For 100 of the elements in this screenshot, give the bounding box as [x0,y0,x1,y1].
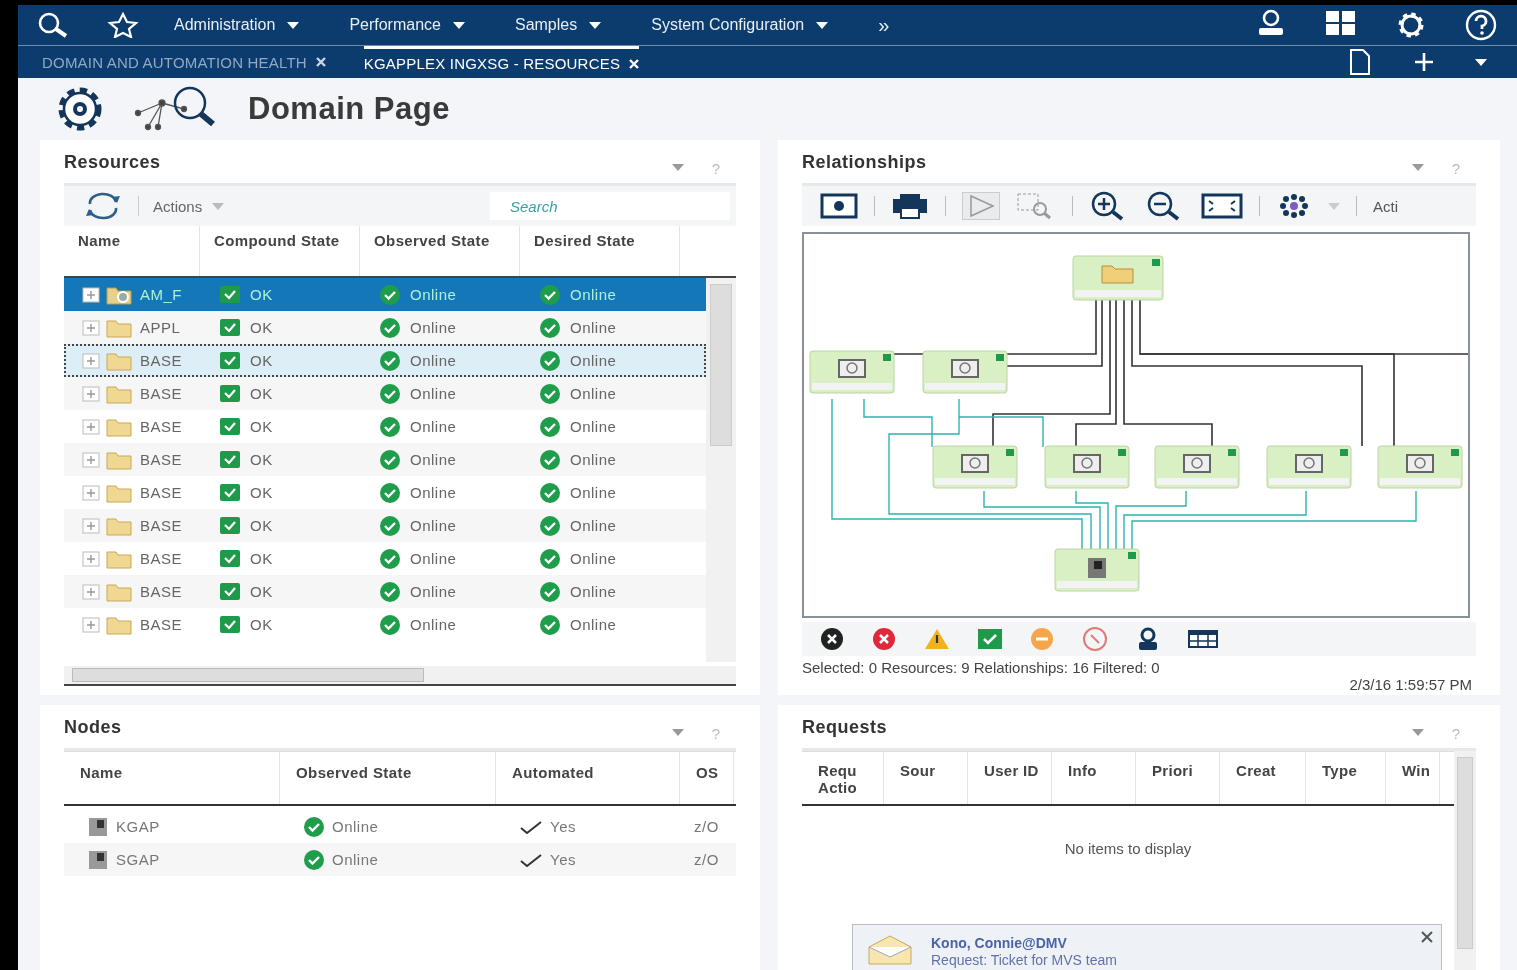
nav-menu[interactable]: Samples [514,16,602,34]
table-row[interactable]: BASE OK Online Online [64,443,706,476]
search-field[interactable]: Search [490,192,730,220]
actions-menu[interactable]: Acti [1373,197,1398,215]
table-cell: BASE [140,517,183,534]
ok-filter-icon[interactable] [978,629,1002,649]
table-row[interactable]: AM_F OK Online Online [64,278,706,311]
unavailable-filter-icon[interactable] [1082,626,1108,652]
status-ok-icon [220,517,240,534]
folder-icon [106,581,134,602]
table-cell: OK [250,418,273,435]
online-icon [380,515,400,536]
error-filter-icon[interactable] [820,627,844,651]
resource-node[interactable] [1266,445,1352,489]
help-icon[interactable] [1465,9,1497,41]
panel-title: Nodes [64,717,123,738]
resource-node[interactable] [932,445,1018,489]
add-icon[interactable] [1413,51,1435,73]
column-header[interactable]: Name [64,226,200,276]
column-header[interactable]: Priori [1136,752,1220,804]
table-row[interactable]: BASE OK Online Online [64,575,706,608]
resource-node[interactable] [809,350,895,394]
resource-node[interactable] [922,350,1008,394]
vertical-scrollbar[interactable] [1454,751,1476,970]
resource-node[interactable] [1054,548,1140,592]
online-icon [540,515,560,536]
user-filter-icon[interactable] [1136,627,1160,651]
column-header[interactable]: OS [680,752,734,804]
table-row[interactable]: BASE OK Online Online [64,542,706,575]
document-icon[interactable] [1347,49,1373,75]
server-icon [88,816,108,837]
table-row[interactable]: BASE OK Online Online [64,410,706,443]
vertical-scrollbar[interactable] [706,278,736,662]
table-cell: Online [410,550,457,567]
nav-menu[interactable]: System Configuration [651,16,829,34]
column-header[interactable]: Info [1052,752,1136,804]
notification-popup[interactable]: Kono, Connie@DMV Request: Ticket for MVS team [852,924,1442,970]
fit-to-screen-icon[interactable] [1201,193,1243,219]
nav-menu[interactable]: Administration [174,16,300,34]
resource-node[interactable] [1377,445,1463,489]
table-cell: Online [570,550,617,567]
panel-title: Resources [64,152,162,173]
screenshot-icon[interactable] [820,193,858,219]
column-header[interactable]: Automated [496,752,680,804]
table-icon[interactable] [1188,630,1218,648]
nav-menu[interactable]: Performance [349,16,465,34]
table-cell: OK [250,484,273,501]
horizontal-scrollbar[interactable] [64,666,736,686]
column-header[interactable]: Desired State [520,226,680,276]
table-row[interactable]: BASE OK Online Online [64,608,706,641]
column-header[interactable]: Creat [1220,752,1306,804]
online-icon [540,383,560,404]
status-ok-icon [220,616,240,633]
table-row[interactable]: BASE OK Online Online [64,509,706,542]
caret-icon [1328,202,1340,210]
check-icon [520,819,542,834]
column-header[interactable]: Compound State [200,226,360,276]
folder-gear-icon [106,284,134,305]
column-header[interactable]: Name [64,752,280,804]
table-row[interactable]: BASE OK Online Online [64,476,706,509]
resource-node[interactable] [1044,445,1130,489]
resource-node[interactable] [1072,255,1164,301]
tab[interactable]: DOMAIN AND AUTOMATION HEALTH [42,46,326,78]
tab[interactable]: KGAPPLEX INGXSG - RESOURCES [363,46,640,78]
online-icon [380,416,400,437]
print-icon[interactable] [891,193,929,219]
grid-icon[interactable] [1325,9,1357,37]
overflow-menu-button[interactable]: » [878,13,890,37]
table-cell: Online [410,616,457,633]
table-row[interactable]: APPL OK Online Online [64,311,706,344]
table-row[interactable]: BASE OK Online Online [64,377,706,410]
critical-filter-icon[interactable] [872,627,896,651]
online-icon [380,614,400,635]
online-icon [380,317,400,338]
star-icon[interactable] [106,12,140,38]
table-cell: Online [570,286,617,303]
column-header[interactable]: Requ Actio [802,752,884,804]
column-header[interactable]: Observed State [360,226,520,276]
column-header[interactable]: User ID [968,752,1052,804]
resource-node[interactable] [1154,445,1240,489]
online-icon [380,284,400,305]
timestamp: 2/3/16 1:59:57 PM [1348,676,1472,693]
warning-filter-icon[interactable] [924,628,950,650]
folder-icon [106,515,134,536]
folder-icon [106,416,134,437]
table-row[interactable]: BASE OK Online Online [64,344,706,377]
empty-message: No items to display [1063,840,1193,857]
diagram-canvas[interactable] [802,232,1470,618]
online-icon [380,482,400,503]
folder-icon [106,548,134,569]
column-header[interactable]: Observed State [280,752,496,804]
actions-menu[interactable]: Actions [153,197,225,215]
column-header[interactable]: Win [1386,752,1440,804]
table-cell: Online [570,319,617,336]
folder-icon [106,482,134,503]
column-header[interactable]: Type [1306,752,1386,804]
column-header[interactable]: Sour [884,752,968,804]
close-icon[interactable] [1421,931,1433,943]
status-ok-icon [220,451,240,468]
expand-icon[interactable] [82,286,100,303]
